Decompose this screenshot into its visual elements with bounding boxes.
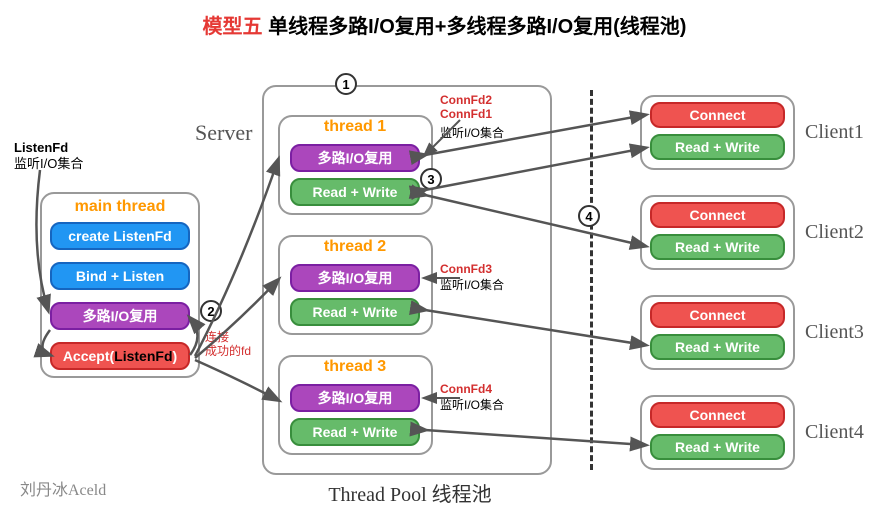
main-thread-title: main thread	[65, 198, 175, 216]
thread-1-conn: ConnFd2 ConnFd1	[440, 93, 492, 122]
client-4-connect: Connect	[650, 402, 785, 428]
title-black: 单线程多路I/O复用+多线程多路I/O复用(线程池)	[268, 16, 686, 38]
thread-2-listen: 监听I/O集合	[440, 278, 504, 292]
thread-3-listen: 监听I/O集合	[440, 398, 504, 412]
client-1-connect: Connect	[650, 102, 785, 128]
thread-2-io: 多路I/O复用	[290, 264, 420, 292]
client-3-connect: Connect	[650, 302, 785, 328]
signature: 刘丹冰Aceld	[20, 476, 106, 500]
main-io-multiplex: 多路I/O复用	[50, 302, 190, 330]
thread-2-title: thread 2	[300, 238, 410, 256]
client-4-rw: Read + Write	[650, 434, 785, 460]
client-4-label: Client4	[805, 420, 864, 444]
client-3-label: Client3	[805, 320, 864, 344]
client-3-rw: Read + Write	[650, 334, 785, 360]
network-divider	[590, 90, 593, 470]
thread-1-rw: Read + Write	[290, 178, 420, 206]
client-1-rw: Read + Write	[650, 134, 785, 160]
create-listenfd: create ListenFd	[50, 222, 190, 250]
threadpool-title: Thread Pool 线程池	[280, 478, 540, 507]
step-1: 1	[335, 73, 357, 95]
thread-1-listen: 监听I/O集合	[440, 126, 504, 140]
title-red: 模型五	[203, 16, 263, 38]
client-1-label: Client1	[805, 120, 864, 144]
step-3: 3	[420, 168, 442, 190]
client-2-connect: Connect	[650, 202, 785, 228]
listen-note: ListenFd 监听I/O集合	[14, 140, 83, 171]
listenfd-desc: 监听I/O集合	[14, 156, 83, 171]
bind-listen: Bind + Listen	[50, 262, 190, 290]
thread-2-conn: ConnFd3	[440, 262, 492, 276]
step-2: 2	[200, 300, 222, 322]
thread-3-conn: ConnFd4	[440, 382, 492, 396]
server-label: Server	[195, 120, 252, 146]
thread-3-title: thread 3	[300, 358, 410, 376]
thread-1-title: thread 1	[300, 118, 410, 136]
listenfd-label: ListenFd	[14, 140, 68, 155]
accept-listenfd: Accept(ListenFd)	[50, 342, 190, 370]
thread-1-io: 多路I/O复用	[290, 144, 420, 172]
client-2-label: Client2	[805, 220, 864, 244]
diagram-title: 模型五 单线程多路I/O复用+多线程多路I/O复用(线程池)	[0, 10, 889, 39]
conn-success-note: 连接 成功的fd	[205, 330, 259, 359]
thread-3-io: 多路I/O复用	[290, 384, 420, 412]
step-4: 4	[578, 205, 600, 227]
client-2-rw: Read + Write	[650, 234, 785, 260]
thread-3-rw: Read + Write	[290, 418, 420, 446]
thread-2-rw: Read + Write	[290, 298, 420, 326]
